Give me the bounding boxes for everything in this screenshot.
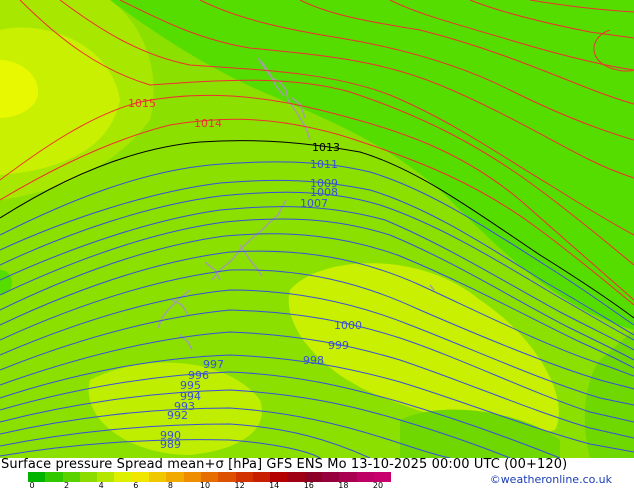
- map-title: Surface pressure Spread mean+σ [hPa] GFS…: [1, 457, 568, 472]
- tick-label: 8: [167, 481, 173, 490]
- tick-label: 16: [303, 481, 314, 490]
- color-swatch: [149, 472, 167, 482]
- color-swatch: [79, 472, 98, 482]
- label-1000: 1000: [334, 319, 362, 332]
- pressure-spread-map: 1015 1014 1013 1011 1009 1008 1007 1000 …: [0, 0, 634, 459]
- credit-text: ©weatheronline.co.uk: [489, 473, 612, 486]
- legend-footer: Surface pressure Spread mean+σ [hPa] GFS…: [0, 457, 634, 490]
- label-992: 992: [167, 409, 188, 422]
- label-1014: 1014: [194, 117, 222, 130]
- label-1015: 1015: [128, 97, 156, 110]
- tick-label: 20: [372, 481, 384, 490]
- color-swatch: [45, 472, 63, 482]
- label-1011: 1011: [310, 158, 338, 171]
- color-swatch: [287, 472, 305, 482]
- color-swatch: [252, 472, 271, 482]
- tick-label: 14: [269, 481, 280, 490]
- tick-label: 18: [338, 481, 349, 490]
- label-989: 989: [160, 438, 181, 451]
- map-canvas: 1015 1014 1013 1011 1009 1008 1007 1000 …: [0, 0, 634, 459]
- label-998: 998: [303, 354, 324, 367]
- tick-label: 6: [133, 481, 139, 490]
- label-999: 999: [328, 339, 349, 352]
- label-1007: 1007: [300, 197, 328, 210]
- tick-label: 2: [64, 481, 70, 490]
- color-swatch: [322, 472, 340, 482]
- color-swatch: [114, 472, 132, 482]
- tick-label: 12: [234, 481, 245, 490]
- tick-label: 0: [29, 481, 35, 490]
- color-swatch: [218, 472, 236, 482]
- tick-label: 10: [199, 481, 211, 490]
- color-swatch: [183, 472, 201, 482]
- color-swatch: [356, 472, 374, 482]
- label-1013: 1013: [312, 141, 340, 154]
- tick-label: 4: [98, 481, 104, 490]
